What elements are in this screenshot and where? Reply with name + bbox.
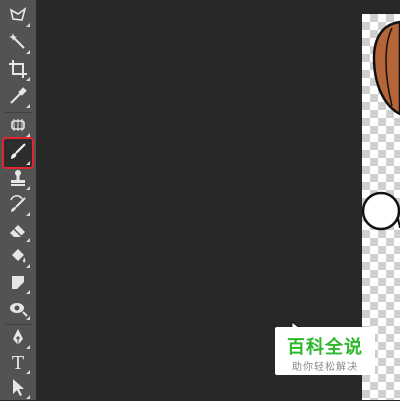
dodge-tool[interactable] xyxy=(4,298,32,322)
healing-brush-tool[interactable] xyxy=(4,115,32,139)
magic-wand-tool[interactable] xyxy=(4,32,32,56)
watermark-subtitle: 助你轻松解决 xyxy=(292,362,358,373)
paint-bucket-tool[interactable] xyxy=(4,246,32,270)
history-brush-tool[interactable] xyxy=(4,194,32,218)
watermark-title: 百科全说 xyxy=(287,337,363,358)
eraser-tool[interactable] xyxy=(4,220,32,244)
brush-tool[interactable] xyxy=(2,137,34,169)
path-selection-tool[interactable] xyxy=(4,377,32,401)
pen-tool[interactable] xyxy=(4,327,32,351)
lasso-tool[interactable] xyxy=(4,5,32,29)
watermark: 百科全说 助你轻松解决 xyxy=(275,327,375,375)
crop-tool[interactable] xyxy=(4,59,32,83)
blur-tool[interactable] xyxy=(4,272,32,296)
type-tool[interactable]: T xyxy=(4,352,32,376)
eyedropper-tool[interactable] xyxy=(4,86,32,110)
tools-panel: T xyxy=(0,0,37,400)
clone-stamp-tool[interactable] xyxy=(4,168,32,192)
